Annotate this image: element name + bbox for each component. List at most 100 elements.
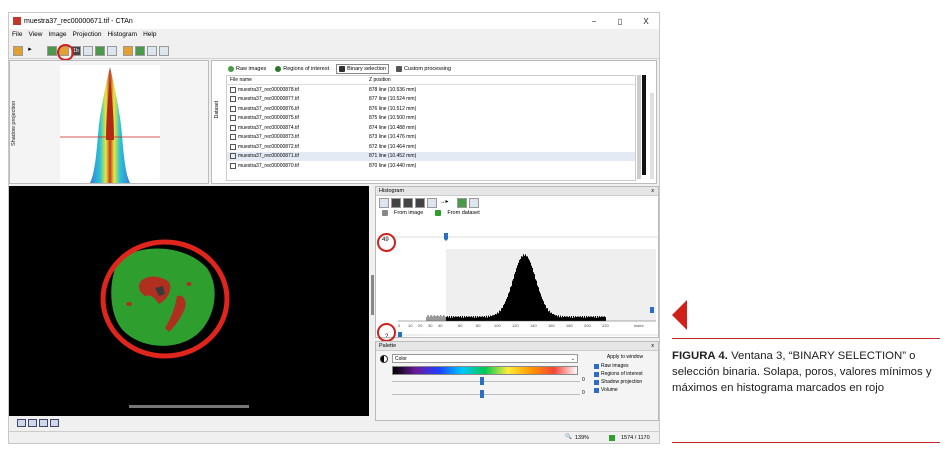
histogram-refresh-icon[interactable] [469,198,479,208]
menu-bar: File View Image Projection Histogram Hel… [9,31,162,42]
file-row[interactable]: muestra37_rec00000870.tif 870 line (10.44… [227,161,635,171]
lower-threshold-handle [398,332,402,337]
histogram-bar [581,317,582,321]
histogram-bar [468,316,469,321]
open-folder-icon[interactable] [13,45,23,56]
shadow-projection-label: Shadow projection [11,100,17,146]
column-z-position[interactable]: Z position [369,77,469,83]
menu-help[interactable]: Help [143,31,156,42]
right-scrollbar[interactable] [650,93,654,179]
histogram-copy-icon[interactable] [403,198,413,208]
apply-checkbox-1[interactable]: Regions of interest [594,371,656,377]
z-position-cell: 870 line (10.440 mm) [369,162,417,169]
file-list-scrollbar[interactable] [637,75,641,179]
histogram-bar [448,317,449,321]
histogram-bar [592,316,593,321]
model-icon[interactable] [95,45,105,56]
close-button[interactable]: X [633,17,659,26]
histogram-grayscale-icon[interactable] [427,198,437,208]
histogram-bar [532,267,533,321]
help-icon[interactable] [159,45,169,56]
histogram-bar [520,258,521,321]
menu-image[interactable]: Image [48,31,66,42]
apply-checkbox-3[interactable]: Volume [594,387,656,393]
main-toolbar: ▸ 1b [9,43,659,59]
palette-gradient [392,366,578,375]
histogram-bar [551,312,552,321]
menu-view[interactable]: View [28,31,42,42]
report-icon[interactable] [107,45,117,56]
tab-custom-processing[interactable]: Custom processing [394,64,453,74]
histogram-bar [475,315,476,321]
histogram-bar [500,311,501,321]
binary-image-viewer[interactable] [9,186,369,416]
histogram-chart-icon[interactable] [379,198,389,208]
minimize-button[interactable]: − [581,17,607,26]
histogram-bar [508,293,509,321]
histogram-bar [603,316,604,321]
viewer-horizontal-scrollbar[interactable] [129,405,249,408]
play-icon[interactable]: ▸ [25,46,35,56]
apply-checkbox-2[interactable]: Shadow projection [594,379,656,385]
histogram-bar [435,316,436,321]
menu-file[interactable]: File [12,31,22,42]
histogram-arrow-icon[interactable]: →▸ [439,198,449,208]
view-mode-1-icon[interactable] [17,419,26,427]
column-file-name[interactable]: File name [227,77,369,83]
color-select[interactable]: Color ⌄ [392,354,578,363]
histogram-panel: Histogram x →▸ From image From dataset 4… [375,186,659,338]
histogram-save-icon[interactable] [391,198,401,208]
tab-raw-images[interactable]: Raw images [226,64,268,74]
histogram-binarize-icon[interactable] [457,198,467,208]
view-mode-4-icon[interactable] [50,419,59,427]
histogram-title-bar: Histogram x [376,187,658,196]
histogram-bar [605,317,606,321]
z-position-cell: 878 line (10.536 mm) [369,86,417,93]
palette-close-icon[interactable]: x [651,342,654,351]
chart-icon[interactable] [123,45,133,56]
slider-handle-1[interactable] [480,377,484,385]
slider-track-2 [392,394,580,395]
slider-handle-2[interactable] [480,390,484,398]
apply-checkbox-0[interactable]: Raw images [594,363,656,369]
histogram-bar [481,316,482,321]
file-row[interactable]: muestra37_rec00000876.tif 876 line (10.51… [227,104,635,114]
file-row[interactable]: muestra37_rec00000878.tif 878 line (10.53… [227,85,635,95]
pointer-arrow [672,300,687,330]
axis-tick-label: 140 [530,323,537,328]
menu-histogram[interactable]: Histogram [107,31,137,42]
custom-processing-icon[interactable] [83,45,93,56]
axis-tick-label: 120 [512,323,519,328]
histogram-chart[interactable]: 49 0 10 20 30 40 60 80 100 120 140 160 180 200 220 ind… [376,227,660,337]
file-row[interactable]: muestra37_rec00000871.tif 871 line (10.45… [227,151,635,161]
source-from-image[interactable]: From image [382,210,429,216]
tab-binary-selection[interactable]: Binary selection [336,64,389,74]
file-row[interactable]: muestra37_rec00000874.tif 874 line (10.48… [227,123,635,133]
tab-regions-of-interest[interactable]: Regions of interest [273,64,331,74]
rotate-icon[interactable] [147,45,157,56]
histogram-close-icon[interactable]: x [651,187,654,196]
histogram-bar [498,313,499,321]
menu-projection[interactable]: Projection [73,31,102,42]
file-row[interactable]: muestra37_rec00000872.tif 872 line (10.46… [227,142,635,152]
binary-tab-icon [339,66,346,72]
histogram-bar [445,316,446,321]
file-row[interactable]: muestra37_rec00000877.tif 877 line (10.52… [227,95,635,105]
histogram-bar [587,317,588,321]
histogram-bar [478,317,479,321]
file-row[interactable]: muestra37_rec00000875.tif 875 line (10.50… [227,114,635,124]
view-mode-3-icon[interactable] [39,419,48,427]
viewer-vertical-scrollbar[interactable] [371,275,374,315]
3d-icon[interactable] [135,45,145,56]
view-mode-2-icon[interactable] [28,419,37,427]
file-row[interactable]: muestra37_rec00000873.tif 873 line (10.47… [227,133,635,143]
axis-tick-label: 100 [494,323,501,328]
checkbox-checked-icon [594,363,599,369]
histogram-bar [451,316,452,321]
source-from-dataset[interactable]: From dataset [435,210,485,216]
histogram-print-icon[interactable] [415,198,425,208]
raw-images-icon[interactable] [47,45,57,56]
file-name-cell: muestra37_rec00000874.tif [227,124,369,131]
restore-button[interactable]: ▯ [607,17,633,26]
file-name: muestra37_rec00000877.tif [238,96,299,103]
